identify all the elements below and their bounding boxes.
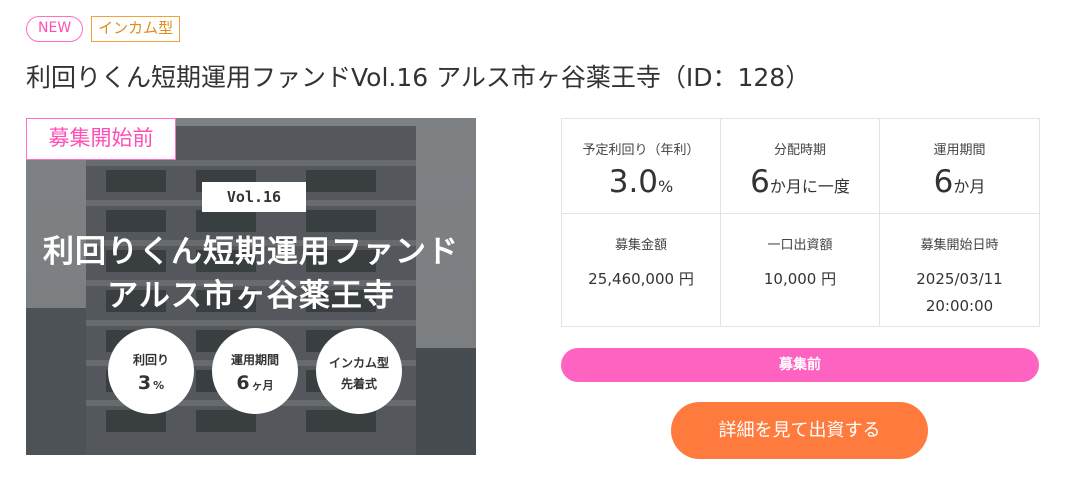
yield-label: 予定利回り（年利） [582, 143, 700, 158]
amount-label: 募集金額 [614, 238, 667, 253]
term-value: 6か月 [933, 164, 986, 200]
unit-price-value: 10,000 円 [763, 270, 837, 288]
distribution-label: 分配時期 [773, 143, 826, 158]
distribution-value: 6か月に一度 [750, 164, 850, 200]
volume-tag: Vol.16 [202, 182, 306, 212]
hero-fund-name: 利回りくん短期運用ファンド [43, 234, 459, 270]
fund-hero-image[interactable]: 募集開始前 Vol.16 利回りくん短期運用ファンド アルス市ヶ谷薬王寺 利回り… [26, 118, 476, 455]
start-date-value: 2025/03/11 20:00:00 [916, 270, 1003, 315]
badge-group: NEW インカム型 [26, 16, 181, 42]
term-circle-label: 運用期間 [230, 353, 279, 367]
term-circle-value: 6 ヶ月 [236, 372, 274, 394]
fund-info-grid: 予定利回り（年利） 3.0% 分配時期 6か月に一度 運用期間 6か月 募集金額… [561, 118, 1040, 327]
recruitment-status-tag: 募集開始前 [26, 118, 176, 160]
start-datetime-label: 募集開始日時 [920, 238, 999, 253]
fund-title: 利回りくん短期運用ファンドVol.16 アルス市ヶ谷薬王寺（ID：128） [26, 63, 811, 92]
type-circle-label: インカム型 [328, 356, 389, 370]
info-start-datetime: 募集開始日時 2025/03/11 20:00:00 [880, 214, 1039, 326]
type-circle-sub: 先着式 [340, 377, 377, 391]
term-label: 運用期間 [933, 143, 986, 158]
info-yield: 予定利回り（年利） 3.0% [562, 119, 721, 214]
term-circle: 運用期間 6 ヶ月 [212, 328, 298, 414]
yield-circle-value: 3% [137, 372, 165, 394]
type-circle: インカム型 先着式 [316, 328, 402, 414]
hero-property-name: アルス市ヶ谷薬王寺 [107, 278, 395, 314]
fund-type-badge: インカム型 [91, 16, 181, 42]
recruitment-status-bar: 募集前 [561, 348, 1039, 382]
yield-circle: 利回り 3% [108, 328, 194, 414]
new-badge: NEW [26, 16, 84, 42]
info-unit-price: 一口出資額 10,000 円 [721, 214, 880, 326]
view-details-invest-button[interactable]: 詳細を見て出資する [671, 402, 928, 459]
yield-circle-label: 利回り [132, 353, 169, 367]
info-amount: 募集金額 25,460,000 円 [562, 214, 721, 326]
yield-value: 3.0% [608, 164, 674, 200]
info-distribution: 分配時期 6か月に一度 [721, 119, 880, 214]
amount-value: 25,460,000 円 [588, 270, 694, 288]
unit-price-label: 一口出資額 [767, 238, 833, 253]
info-term: 運用期間 6か月 [880, 119, 1039, 214]
